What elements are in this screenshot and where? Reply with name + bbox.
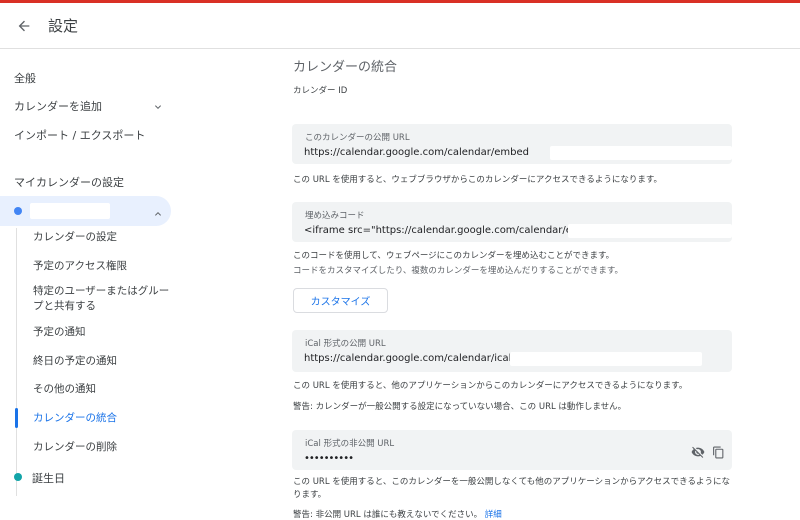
ical-public-redacted	[510, 352, 702, 366]
sidebar-sub-share-with-people[interactable]: 特定のユーザーまたはグループと共有する	[33, 284, 173, 314]
arrow-back-icon[interactable]	[12, 14, 36, 38]
ical-public-field[interactable]: iCal 形式の公開 URL https://calendar.google.c…	[292, 330, 732, 372]
birthday-color-dot	[14, 473, 22, 481]
public-url-redacted	[550, 146, 732, 160]
sidebar-sub-event-notifications[interactable]: 予定の通知	[33, 325, 86, 340]
embed-help-2: コードをカスタマイズしたり、複数のカレンダーを埋め込んだりすることができます。	[293, 266, 624, 276]
page-title: 設定	[48, 17, 79, 35]
settings-header: 設定	[0, 3, 800, 49]
active-indicator	[15, 408, 18, 428]
sidebar-item-birthdays[interactable]: 誕生日	[32, 470, 65, 486]
settings-sidebar: 全般 カレンダーを追加 インポート / エクスポート マイカレンダーの設定 カレ…	[0, 50, 180, 520]
embed-help-1: このコードを使用して、ウェブページにこのカレンダーを埋め込むことができます。	[293, 251, 615, 261]
sidebar-sub-integrate-calendar[interactable]: カレンダーの統合	[33, 411, 117, 426]
sidebar-item-add-calendar[interactable]: カレンダーを追加	[14, 98, 102, 114]
embed-code-value[interactable]: <iframe src="https://calendar.google.com…	[304, 225, 601, 236]
embed-code-label: 埋め込みコード	[305, 211, 365, 221]
ical-private-warning: 警告: 非公開 URL は誰にも教えないでください。	[293, 510, 483, 520]
ical-private-field[interactable]: iCal 形式の非公開 URL ••••••••••	[292, 430, 732, 470]
sidebar-sub-other-notifications[interactable]: その他の通知	[33, 382, 96, 397]
calendar-name-redacted	[30, 203, 110, 219]
integrate-calendar-panel: カレンダーの統合 カレンダー ID このカレンダーの公開 URL https:/…	[282, 50, 800, 520]
chevron-up-icon[interactable]	[152, 205, 164, 224]
submenu-rail	[16, 228, 17, 496]
ical-public-help: この URL を使用すると、他のアプリケーションからこのカレンダーにアクセスでき…	[293, 381, 688, 391]
my-calendars-heading: マイカレンダーの設定	[14, 176, 124, 189]
public-url-value[interactable]: https://calendar.google.com/calendar/emb…	[304, 147, 529, 158]
ical-private-help: この URL を使用すると、このカレンダーを一般公開しなくても他のアプリケーショ…	[293, 477, 730, 500]
sidebar-sub-calendar-settings[interactable]: カレンダーの設定	[33, 230, 117, 245]
details-link[interactable]: 詳細	[485, 510, 502, 520]
ical-private-label: iCal 形式の非公開 URL	[305, 439, 395, 449]
section-title: カレンダーの統合	[293, 60, 398, 75]
public-url-field[interactable]: このカレンダーの公開 URL https://calendar.google.c…	[292, 124, 732, 164]
sidebar-sub-remove-calendar[interactable]: カレンダーの削除	[33, 440, 117, 455]
sidebar-sub-allday-notifications[interactable]: 終日の予定の通知	[33, 354, 117, 369]
customize-button[interactable]: カスタマイズ	[293, 288, 388, 313]
chevron-down-icon[interactable]	[152, 98, 164, 117]
embed-code-field[interactable]: 埋め込みコード <iframe src="https://calendar.go…	[292, 202, 732, 242]
calendar-id-label: カレンダー ID	[293, 86, 348, 96]
copy-icon[interactable]	[710, 444, 726, 460]
ical-public-label: iCal 形式の公開 URL	[305, 339, 386, 349]
sidebar-item-import-export[interactable]: インポート / エクスポート	[14, 127, 145, 143]
public-url-help: この URL を使用すると、ウェブブラウザからこのカレンダーにアクセスできるよう…	[293, 175, 662, 185]
visibility-off-icon[interactable]	[690, 444, 706, 460]
ical-private-value[interactable]: ••••••••••	[304, 453, 354, 464]
sidebar-item-general[interactable]: 全般	[14, 70, 36, 86]
sidebar-sub-access-permissions[interactable]: 予定のアクセス権限	[33, 259, 127, 274]
ical-private-warning-row: 警告: 非公開 URL は誰にも教えないでください。 詳細	[293, 509, 502, 520]
public-url-label: このカレンダーの公開 URL	[305, 133, 410, 143]
ical-public-value[interactable]: https://calendar.google.com/calendar/ica…	[304, 353, 515, 364]
sidebar-item-calendar[interactable]	[0, 196, 171, 226]
embed-code-redacted	[568, 224, 732, 238]
calendar-color-dot	[14, 207, 22, 215]
ical-public-warning: 警告: カレンダーが一般公開する設定になっていない場合、この URL は動作しま…	[293, 402, 627, 412]
